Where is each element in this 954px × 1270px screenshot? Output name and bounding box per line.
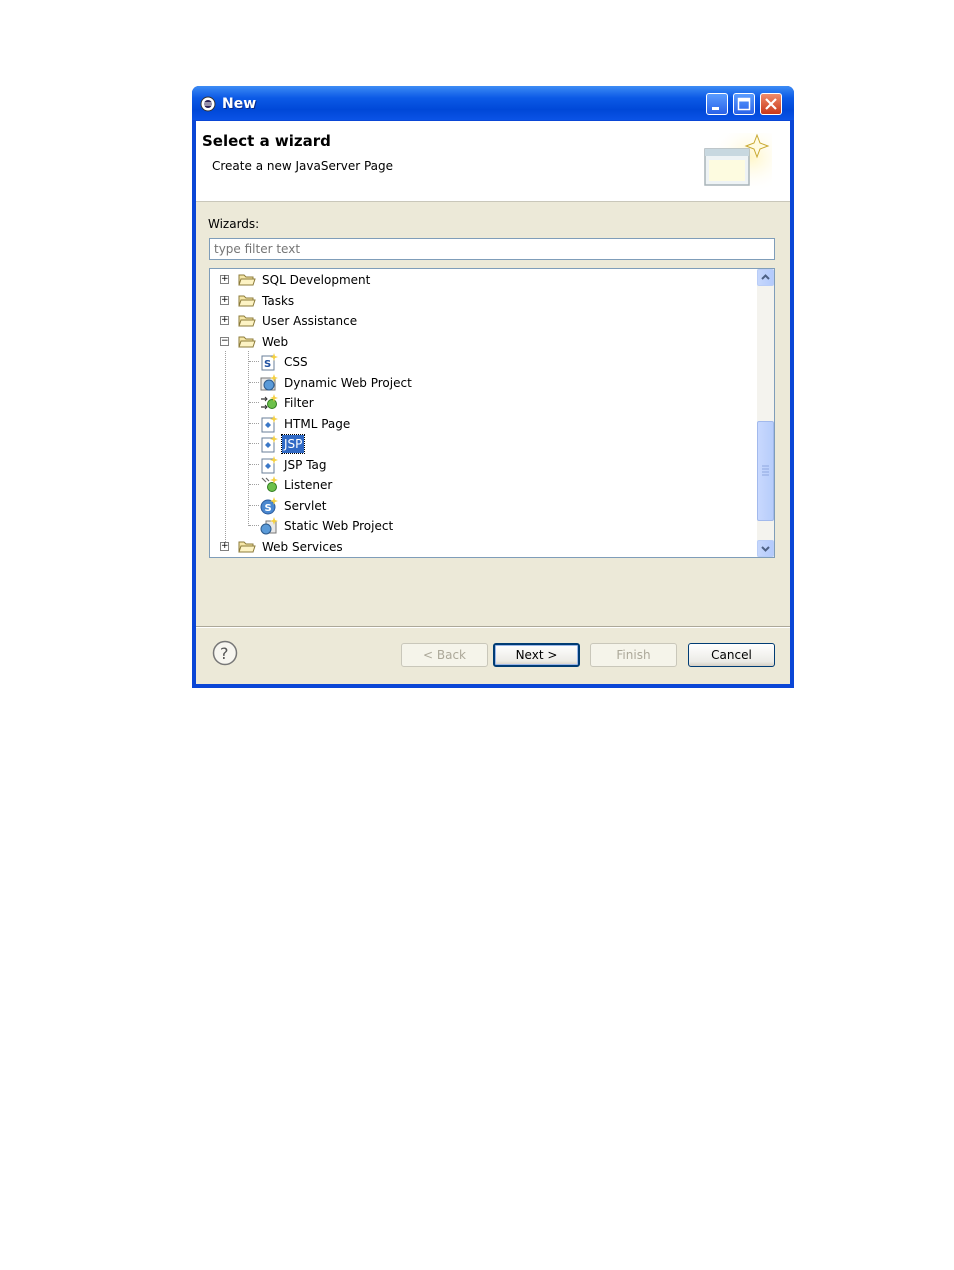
title-bar[interactable]: New [192, 86, 794, 120]
html-file-icon [261, 415, 278, 433]
tree-item-label: Dynamic Web Project [284, 376, 412, 390]
tree-item-label: User Assistance [262, 314, 358, 328]
css-file-icon: S [261, 353, 278, 371]
wizards-label: Wizards: [208, 217, 260, 231]
grip-icon [762, 465, 769, 476]
close-button[interactable] [760, 93, 782, 115]
tree-item-label: Web [262, 335, 289, 349]
expand-icon[interactable]: + [220, 542, 229, 551]
minimize-icon [712, 107, 719, 110]
tree-item-label: SQL Development [262, 273, 371, 287]
page-title: Select a wizard [202, 132, 331, 150]
back-button[interactable]: < Back [401, 643, 488, 667]
tree-item-label-selected: JSP [280, 434, 306, 454]
tree-item-label: HTML Page [284, 417, 351, 431]
chevron-down-icon [761, 546, 770, 552]
minimize-button[interactable] [706, 93, 728, 115]
wizard-header: Select a wizard Create a new JavaServer … [196, 121, 790, 202]
window-title: New [222, 96, 257, 112]
tree-item-label: Servlet [284, 499, 327, 513]
tree-item-label: Filter [284, 396, 314, 410]
tree-item-label: JSP Tag [284, 458, 327, 472]
cancel-button[interactable]: Cancel [688, 643, 775, 667]
close-icon [765, 98, 777, 110]
jsp-tag-icon [261, 456, 278, 474]
tree-item-web-services[interactable]: + Web Services [210, 537, 750, 557]
svg-text:S: S [265, 503, 272, 514]
tree-item-label: Web Services [262, 540, 343, 554]
wizard-tree[interactable]: + SQL Development + Tasks + User Assista… [209, 268, 775, 558]
collapse-icon[interactable]: − [220, 337, 229, 346]
svg-text:?: ? [220, 644, 229, 663]
tree-item-label: CSS [284, 355, 308, 369]
scroll-down-button[interactable] [757, 540, 774, 557]
dialog-client-area: Select a wizard Create a new JavaServer … [196, 121, 790, 684]
filter-input[interactable] [209, 238, 775, 260]
tree-item-label: Static Web Project [284, 519, 394, 533]
scroll-up-button[interactable] [757, 269, 774, 286]
filter-icon [261, 394, 278, 410]
svg-text:S: S [264, 359, 271, 370]
scroll-thumb[interactable] [757, 421, 774, 521]
button-bar-separator [196, 626, 790, 628]
new-wizard-dialog: New Select a wizard Create a new JavaSer… [192, 86, 794, 688]
tree-item-static-web-project[interactable]: Static Web Project [210, 516, 750, 536]
tree-item-tasks[interactable]: + Tasks [210, 291, 750, 311]
tree-item-css[interactable]: S CSS [210, 352, 750, 372]
folder-icon [238, 541, 256, 553]
next-button[interactable]: Next > [493, 643, 580, 667]
tree-item-web[interactable]: − Web [210, 332, 750, 352]
wizard-banner-icon [702, 133, 772, 193]
tree-item-jsp[interactable]: JSP [210, 434, 750, 454]
tree-item-sql-development[interactable]: + SQL Development [210, 270, 750, 290]
expand-icon[interactable]: + [220, 316, 229, 325]
chevron-up-icon [761, 274, 770, 280]
maximize-icon [737, 97, 751, 111]
eclipse-icon [200, 96, 216, 112]
tree-item-listener[interactable]: Listener [210, 475, 750, 495]
finish-button[interactable]: Finish [590, 643, 677, 667]
folder-icon [238, 295, 256, 307]
open-folder-icon [238, 336, 256, 348]
tree-item-servlet[interactable]: S Servlet [210, 496, 750, 516]
tree-item-html-page[interactable]: HTML Page [210, 414, 750, 434]
tree-item-label: Tasks [262, 294, 295, 308]
expand-icon[interactable]: + [220, 275, 229, 284]
tree-item-dynamic-web-project[interactable]: Dynamic Web Project [210, 373, 750, 393]
servlet-icon: S [260, 497, 278, 515]
web-project-icon [260, 374, 278, 391]
folder-icon [238, 315, 256, 327]
help-icon[interactable]: ? [212, 640, 238, 666]
listener-icon [261, 476, 278, 492]
static-web-project-icon [260, 517, 278, 535]
maximize-button[interactable] [733, 93, 755, 115]
jsp-file-icon [261, 435, 278, 453]
page-description: Create a new JavaServer Page [212, 159, 394, 173]
expand-icon[interactable]: + [220, 296, 229, 305]
tree-scrollbar[interactable] [757, 269, 774, 557]
tree-item-user-assistance[interactable]: + User Assistance [210, 311, 750, 331]
tree-item-jsp-tag[interactable]: JSP Tag [210, 455, 750, 475]
tree-item-filter[interactable]: Filter [210, 393, 750, 413]
tree-item-label: Listener [284, 478, 333, 492]
folder-icon [238, 274, 256, 286]
